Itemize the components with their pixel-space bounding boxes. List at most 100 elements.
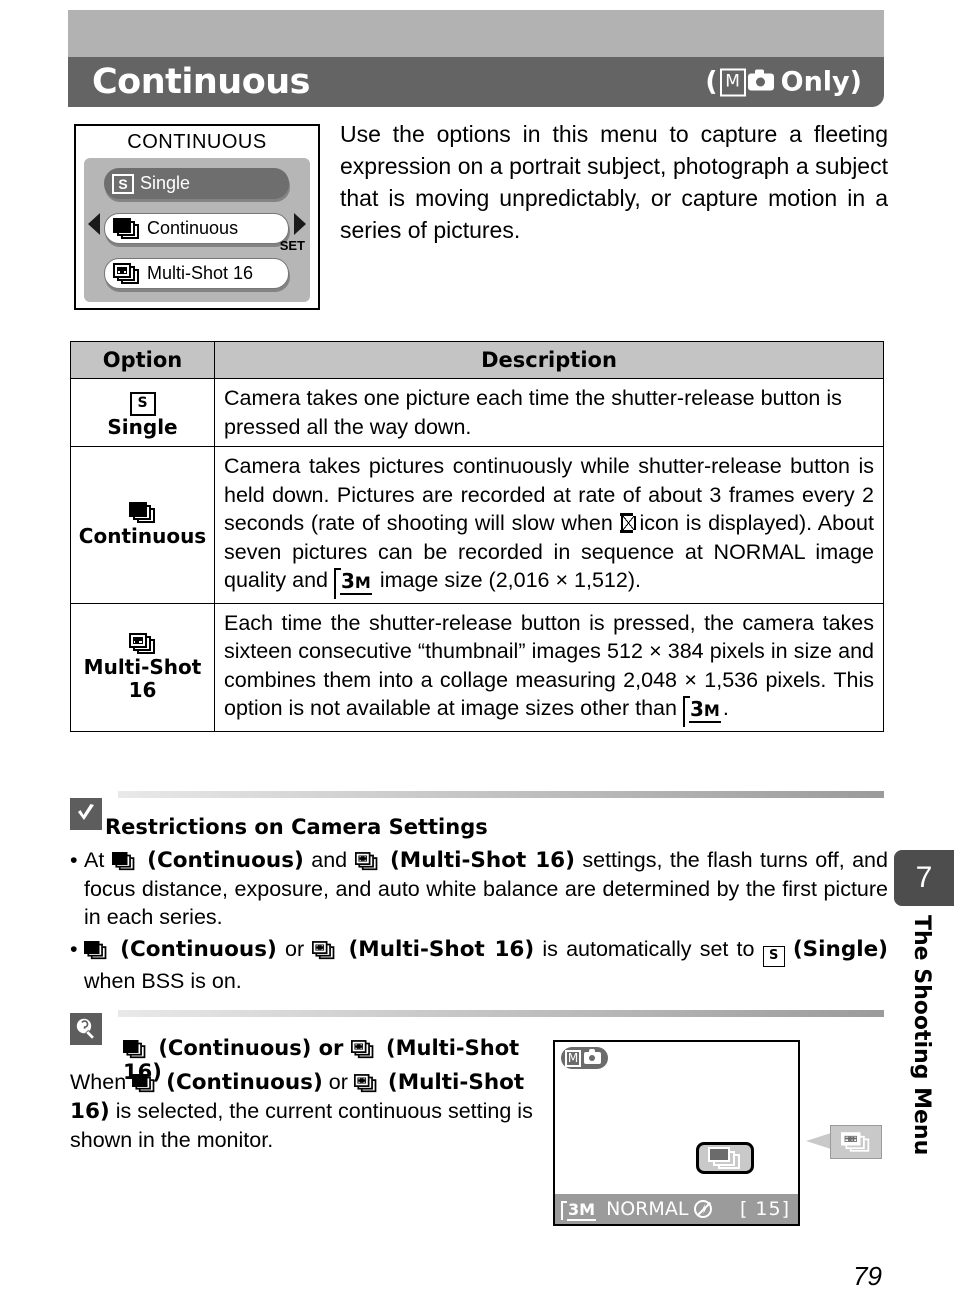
- arrow-left-icon: [88, 213, 100, 235]
- image-size-3m-icon: 3M: [561, 1199, 598, 1221]
- chapter-tab: 7: [894, 850, 954, 906]
- image-size-3m-icon: 3M: [333, 567, 374, 598]
- desc-part-3: image size (2,016 × 1,512).: [379, 568, 641, 592]
- continuous-stack-icon: [708, 1147, 742, 1169]
- mode-restriction-note: ( M Only): [705, 67, 862, 98]
- text-frag: and: [311, 848, 348, 872]
- description-cell-multishot16: Each time the shutter-release button is …: [214, 602, 884, 732]
- page-number: 79: [853, 1261, 882, 1291]
- page-header-bar: Continuous ( M Only): [68, 57, 884, 107]
- continuous-mode-indicator: [696, 1142, 754, 1174]
- menu-item-multishot16[interactable]: Multi-Shot 16: [104, 258, 289, 289]
- camera-monitor-illustration: M 3M NORMAL [ 15]: [553, 1040, 800, 1226]
- multishot-grid-stack-icon: [128, 632, 157, 655]
- option-cell-continuous: Continuous: [70, 446, 215, 604]
- flash-off-icon: [694, 1200, 713, 1218]
- monitor-status-bar: 3M NORMAL [ 15]: [555, 1194, 798, 1224]
- continuous-stack-icon: [132, 1074, 156, 1093]
- text-frag: (Multi-Shot 16): [389, 848, 575, 873]
- header-top-band: [68, 10, 884, 57]
- text-frag: or: [328, 1070, 348, 1094]
- manual-mode-icon: M: [719, 68, 746, 96]
- menu-options-panel: SET S Single Continuous Multi-Shot 16: [84, 158, 310, 302]
- camera-menu-screenshot: CONTINUOUS SET S Single Continuous Multi…: [74, 124, 320, 310]
- multishot-grid-stack-icon: [350, 1040, 375, 1059]
- text-frag: (Continuous): [120, 937, 277, 962]
- single-s-icon: S: [112, 173, 134, 194]
- image-quality-label: NORMAL: [606, 1198, 689, 1220]
- menu-title: CONTINUOUS: [127, 131, 267, 153]
- text-frag: (Continuous) or: [158, 1036, 344, 1060]
- text-frag: when BSS is on.: [84, 968, 242, 993]
- text-frag: (Single): [792, 937, 888, 962]
- desc-part-2: .: [722, 696, 729, 720]
- single-s-icon: S: [129, 391, 156, 416]
- intro-paragraph: Use the options in this menu to capture …: [340, 121, 888, 243]
- col-header-description: Description: [214, 341, 884, 379]
- table-row: S Single Camera takes one picture each t…: [70, 378, 884, 447]
- only-label: Only): [780, 66, 862, 98]
- text-frag: When: [70, 1070, 127, 1094]
- camera-icon: [584, 1049, 601, 1064]
- text-frag: or: [285, 937, 305, 961]
- note-body-restrictions: At (Continuous) and (Multi-Shot 16) sett…: [70, 846, 888, 999]
- menu-item-label: Single: [140, 173, 191, 193]
- multishot-grid-stack-icon: [353, 1074, 378, 1093]
- text-frag: is automatically set to: [542, 937, 755, 961]
- col-header-option: Option: [70, 341, 215, 379]
- text-frag: At: [84, 848, 105, 872]
- tip-divider-rule: [118, 1010, 884, 1017]
- multishot-grid-stack-icon: [312, 941, 336, 960]
- checkmark-icon: [70, 798, 102, 830]
- camera-icon: [747, 69, 774, 91]
- multishot-grid-stack-icon: [113, 262, 141, 285]
- option-label: Continuous: [78, 523, 207, 548]
- text-frag: (Continuous): [147, 848, 304, 873]
- restriction-bullet-2: (Continuous) or (Multi-Shot 16) is autom…: [70, 935, 888, 995]
- multishot-grid-stack-icon: [841, 1132, 871, 1152]
- hourglass-icon: [619, 513, 636, 533]
- lightbulb-icon: [70, 1013, 102, 1045]
- menu-item-label: Continuous: [147, 218, 239, 238]
- shots-remaining: [ 15]: [739, 1198, 790, 1220]
- image-size-3m-icon: 3M: [682, 695, 723, 726]
- note-divider-rule: [118, 791, 884, 798]
- text-frag: is selected, the current continuous sett…: [70, 1099, 533, 1152]
- continuous-stack-icon: [84, 941, 108, 960]
- chapter-number: 7: [915, 861, 933, 894]
- option-label-line1: Multi-Shot: [83, 654, 202, 679]
- note-heading-restrictions: Restrictions on Camera Settings: [105, 815, 488, 839]
- multishot-callout: [830, 1125, 882, 1159]
- continuous-stack-icon: [123, 1040, 147, 1059]
- description-cell-continuous: Camera takes pictures continuously while…: [214, 446, 884, 604]
- text-frag: (Continuous): [166, 1070, 323, 1095]
- menu-item-continuous[interactable]: Continuous: [104, 213, 289, 244]
- table-row: Multi-Shot 16 Each time the shutter-rele…: [70, 602, 884, 732]
- option-label: Single: [107, 414, 178, 439]
- tip-body: When (Continuous) or (Multi-Shot 16) is …: [70, 1068, 540, 1154]
- paren-open: (: [705, 66, 718, 98]
- arrow-right-icon: [294, 213, 306, 235]
- manual-mode-icon: M: [565, 1049, 581, 1067]
- menu-item-label: Multi-Shot 16: [147, 263, 254, 283]
- table-header-row: Option Description: [70, 341, 884, 379]
- option-cell-single: S Single: [70, 378, 215, 447]
- callout-arrow-icon: [806, 1133, 831, 1149]
- continuous-stack-icon: [128, 501, 157, 524]
- option-cell-multishot16: Multi-Shot 16: [70, 602, 215, 732]
- multishot-grid-stack-icon: [354, 852, 379, 871]
- page-title: Continuous: [92, 61, 311, 102]
- desc-part-1: Each time the shutter-release button is …: [224, 610, 874, 721]
- table-row: Continuous Camera takes pictures continu…: [70, 446, 884, 604]
- restriction-bullet-1: At (Continuous) and (Multi-Shot 16) sett…: [70, 846, 888, 931]
- option-label-line2: 16: [128, 677, 157, 702]
- options-table: Option Description S Single Camera takes…: [70, 341, 884, 732]
- mode-indicator: M: [561, 1047, 608, 1069]
- continuous-stack-icon: [111, 852, 136, 871]
- chapter-title: The Shooting Menu: [909, 915, 934, 1156]
- single-s-icon: S: [762, 945, 785, 967]
- description-cell-single: Camera takes one picture each time the s…: [214, 378, 884, 447]
- continuous-stack-icon: [113, 217, 141, 240]
- menu-item-single[interactable]: S Single: [104, 168, 289, 199]
- text-frag: (Multi-Shot 16): [348, 937, 535, 962]
